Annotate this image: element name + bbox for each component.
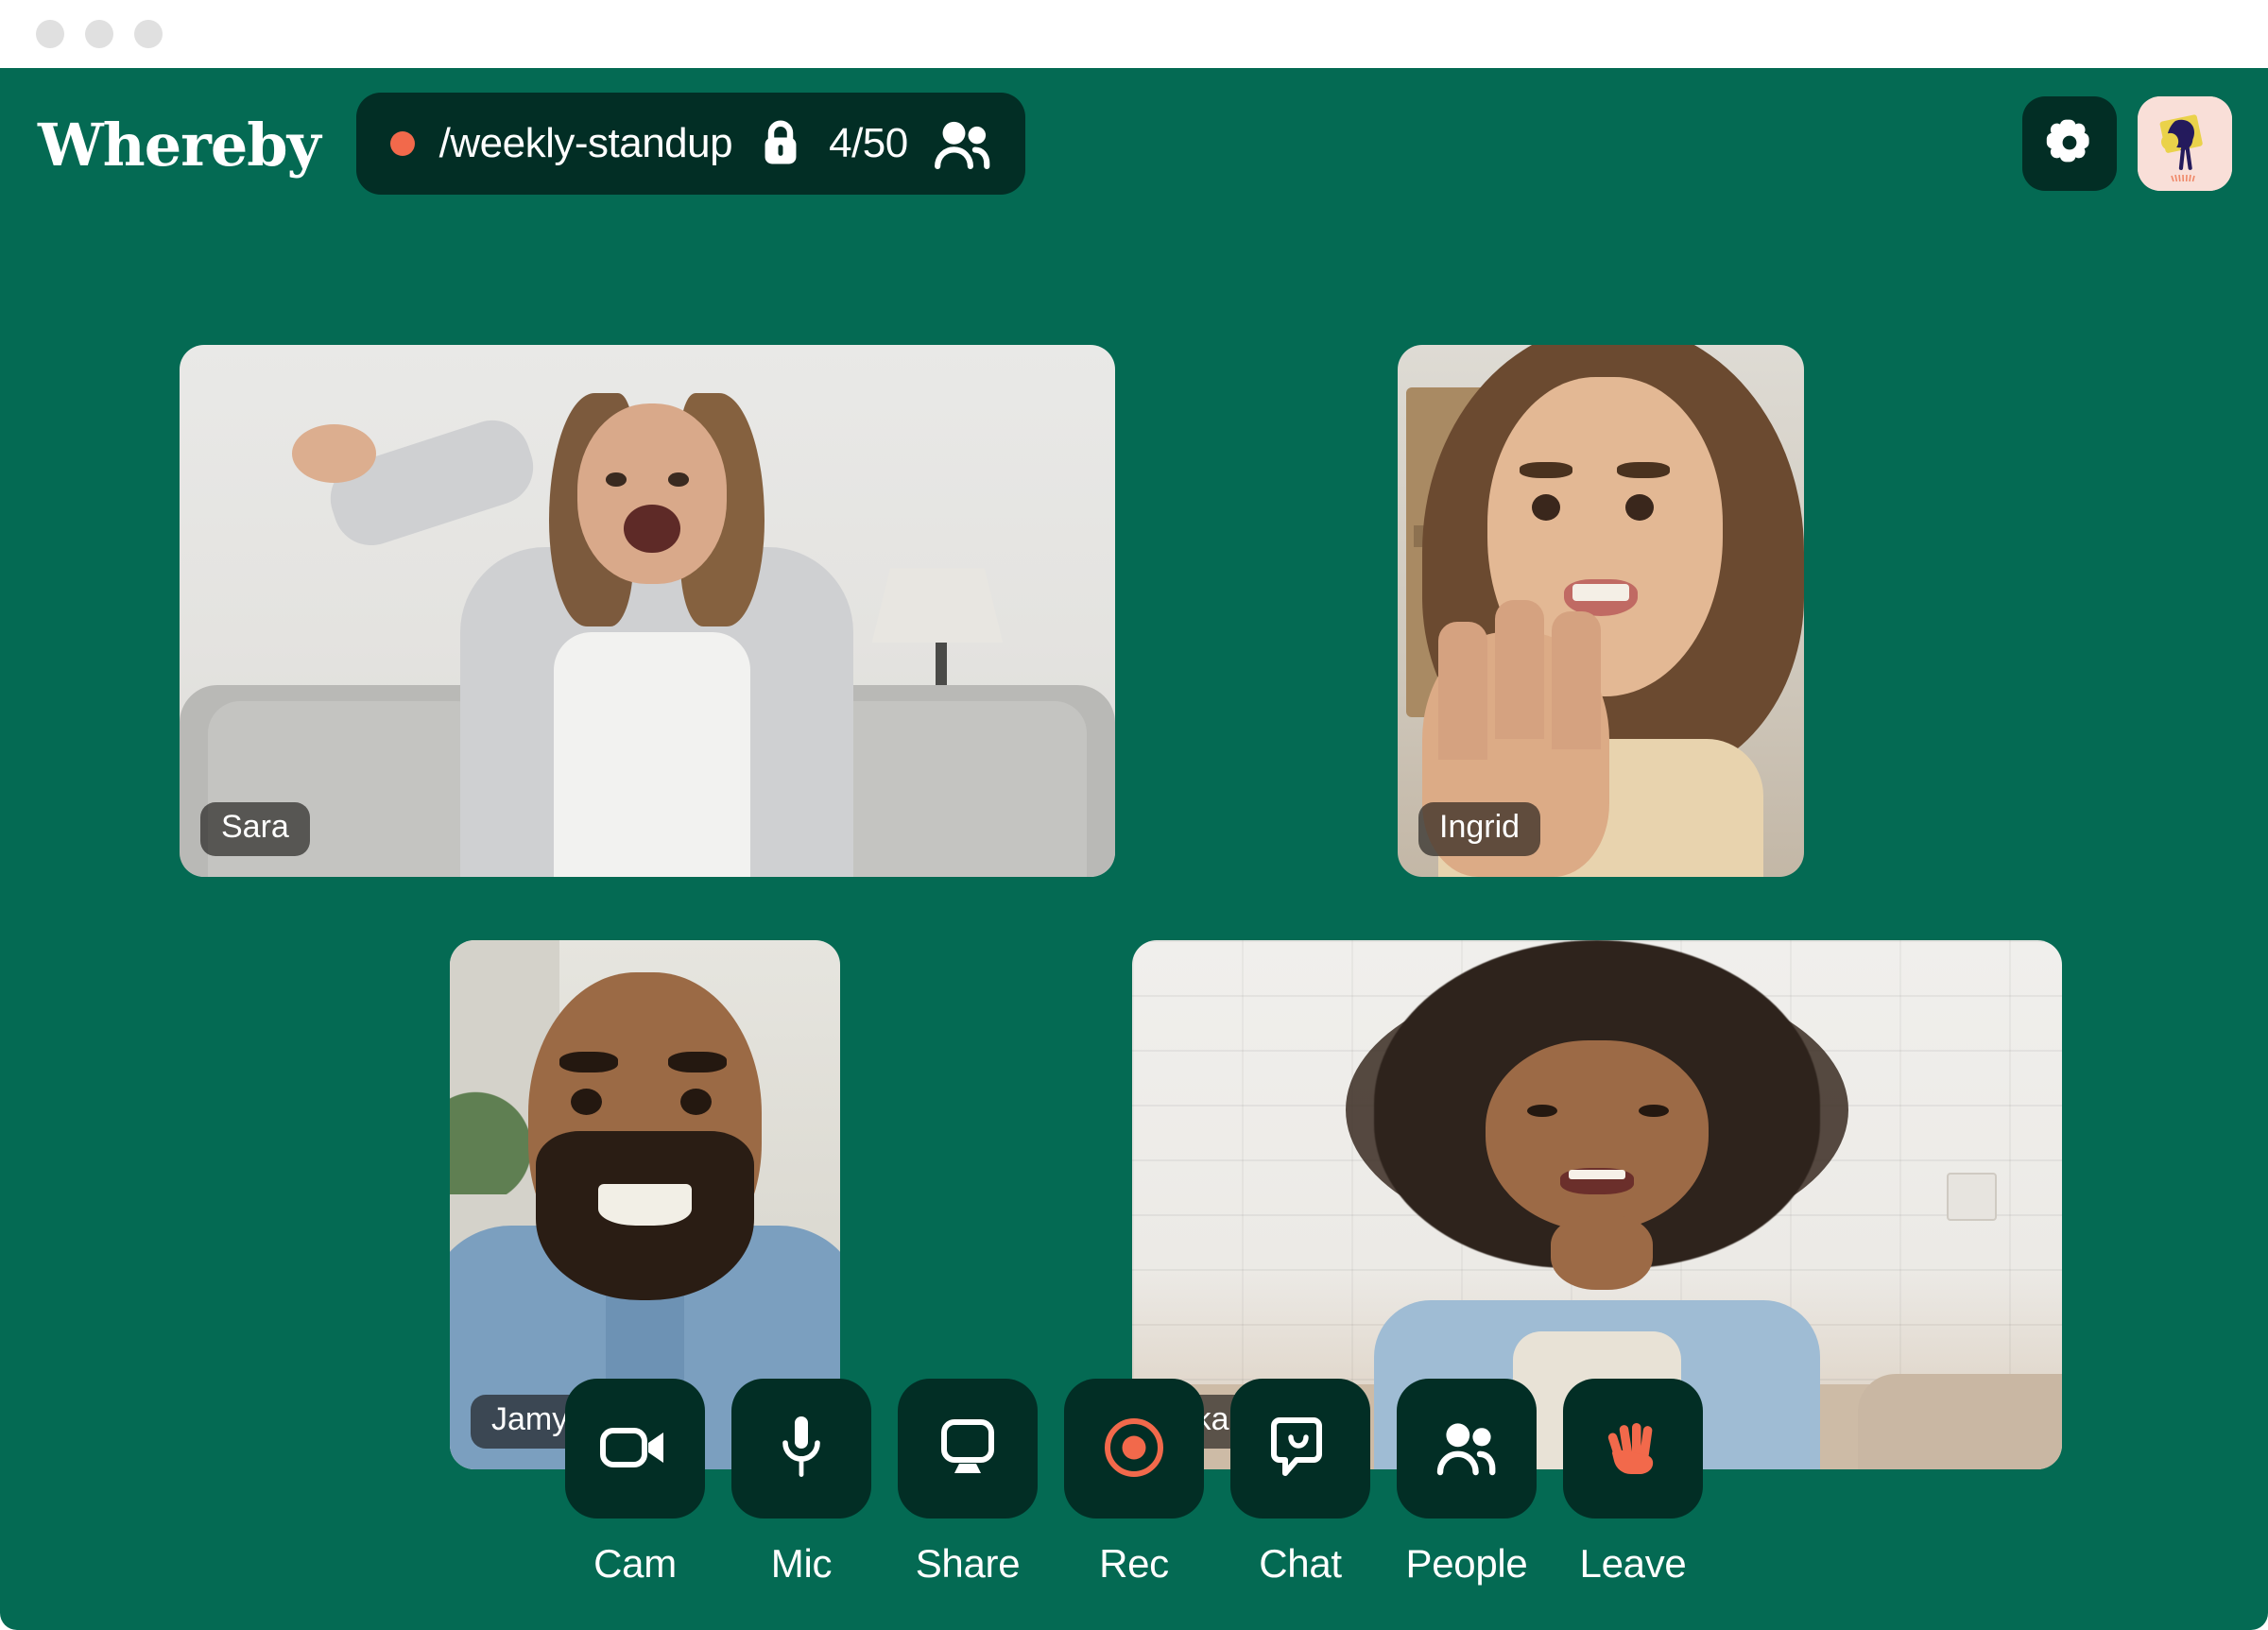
raised-hand-icon — [1603, 1417, 1663, 1481]
whereby-app: Whereby /weekly-standup 4/50 Sara Ingrid… — [0, 68, 2268, 1630]
chat-label: Chat — [1259, 1541, 1342, 1586]
control-mic: Mic — [731, 1379, 871, 1587]
control-rec: Rec — [1064, 1379, 1204, 1587]
mic-button[interactable] — [731, 1379, 871, 1518]
close-window-dot[interactable] — [36, 20, 64, 48]
record-icon — [1103, 1416, 1165, 1482]
microphone-icon — [780, 1415, 823, 1484]
call-controls-toolbar: Cam Mic Share Rec Chat People Leave — [0, 1379, 2268, 1587]
minimize-window-dot[interactable] — [85, 20, 113, 48]
participant-tile-ingrid[interactable]: Ingrid — [1398, 345, 1804, 877]
people-icon — [1435, 1419, 1499, 1479]
maximize-window-dot[interactable] — [134, 20, 163, 48]
header-actions — [2022, 96, 2232, 191]
gear-icon — [2043, 116, 2096, 172]
chat-bubble-icon — [1270, 1416, 1331, 1482]
people-button[interactable] — [1397, 1379, 1537, 1518]
camera-icon — [600, 1421, 670, 1477]
control-cam: Cam — [565, 1379, 705, 1587]
video-feed-sara — [180, 345, 1115, 877]
control-chat: Chat — [1230, 1379, 1370, 1587]
app-window: Whereby /weekly-standup 4/50 Sara Ingrid… — [0, 0, 2268, 1630]
room-name-label: /weekly-standup — [438, 120, 733, 166]
control-share: Share — [898, 1379, 1038, 1587]
video-feed-ingrid — [1398, 345, 1804, 877]
room-info-pill[interactable]: /weekly-standup 4/50 — [355, 93, 1025, 195]
app-header: Whereby /weekly-standup 4/50 — [0, 68, 2268, 219]
people-label: People — [1405, 1541, 1528, 1586]
mic-label: Mic — [770, 1541, 833, 1586]
cam-button[interactable] — [565, 1379, 705, 1518]
cam-label: Cam — [593, 1541, 677, 1586]
participant-tile-sara[interactable]: Sara — [180, 345, 1115, 877]
chat-button[interactable] — [1230, 1379, 1370, 1518]
video-grid: Sara Ingrid Jamy Akari — [0, 219, 2268, 1469]
rec-button[interactable] — [1064, 1379, 1204, 1518]
leave-button[interactable] — [1563, 1379, 1703, 1518]
whereby-logo: Whereby — [38, 111, 321, 180]
profile-avatar-button[interactable] — [2138, 96, 2232, 191]
participant-name-badge: Ingrid — [1418, 802, 1541, 856]
settings-button[interactable] — [2022, 96, 2117, 191]
avatar-illustration-icon — [2138, 96, 2232, 191]
control-people: People — [1397, 1379, 1537, 1587]
screen-share-icon — [938, 1418, 997, 1480]
share-button[interactable] — [898, 1379, 1038, 1518]
recording-dot-icon — [389, 131, 415, 156]
share-label: Share — [915, 1541, 1021, 1586]
lock-icon — [757, 117, 804, 170]
participant-count-label: 4/50 — [829, 120, 908, 166]
rec-label: Rec — [1099, 1541, 1169, 1586]
people-icon — [933, 118, 991, 169]
participant-name-badge: Sara — [200, 802, 310, 856]
leave-label: Leave — [1579, 1541, 1687, 1586]
control-leave: Leave — [1563, 1379, 1703, 1587]
window-titlebar — [0, 0, 2268, 68]
